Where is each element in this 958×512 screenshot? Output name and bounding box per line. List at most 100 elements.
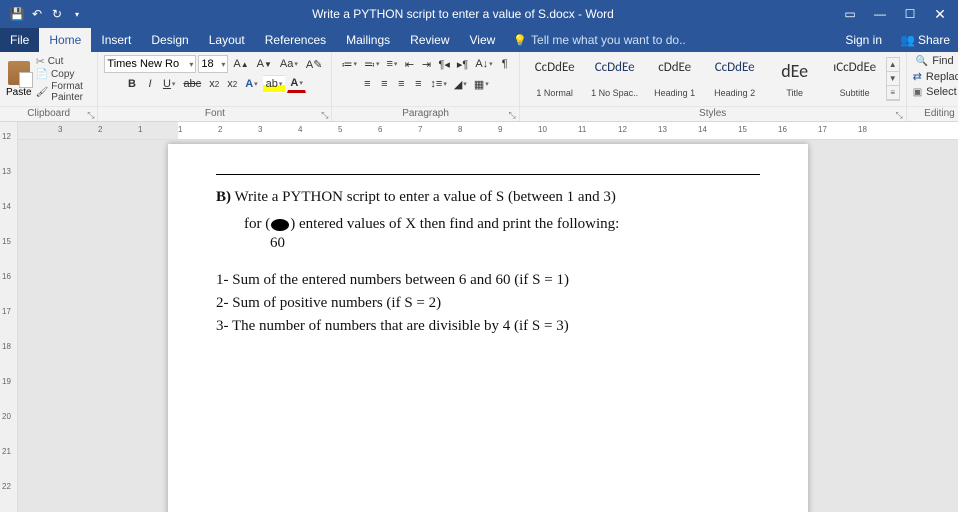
borders-button[interactable]: ▦ bbox=[471, 75, 492, 93]
cut-label: Cut bbox=[48, 56, 64, 67]
ribbon-display-icon[interactable]: ▭ bbox=[836, 4, 864, 24]
paste-icon bbox=[8, 61, 30, 85]
tab-mailings[interactable]: Mailings bbox=[336, 28, 400, 52]
rtl-button[interactable]: ▸¶ bbox=[454, 55, 471, 73]
find-button[interactable]: Find▾ bbox=[914, 54, 958, 68]
change-case-button[interactable]: Aa bbox=[277, 55, 301, 73]
grow-font-button[interactable]: A▲ bbox=[230, 55, 251, 73]
underline-button[interactable]: U bbox=[160, 75, 178, 93]
style-preview: CcDdEe bbox=[595, 60, 635, 75]
share-button[interactable]: 👥 Share bbox=[892, 33, 958, 47]
group-label-paragraph: Paragraph bbox=[402, 108, 449, 119]
styles-scroll: ▲ ▼ ≡ bbox=[886, 57, 900, 101]
font-size-combo[interactable]: 18▾ bbox=[198, 55, 228, 73]
shrink-font-button[interactable]: A▼ bbox=[254, 55, 275, 73]
close-icon[interactable]: ✕ bbox=[926, 4, 954, 24]
ltr-button[interactable]: ¶◂ bbox=[435, 55, 452, 73]
redo-icon[interactable]: ↻ bbox=[50, 7, 64, 21]
align-center-button[interactable]: ≡ bbox=[376, 75, 392, 93]
style-title[interactable]: dEe Title bbox=[766, 57, 824, 101]
style-subtitle[interactable]: ıCcDdEe Subtitle bbox=[826, 57, 884, 101]
text-effects-button[interactable]: A bbox=[242, 75, 260, 93]
tab-home[interactable]: Home bbox=[39, 28, 91, 52]
sort-button[interactable]: A↓ bbox=[472, 55, 495, 73]
tab-design[interactable]: Design bbox=[141, 28, 198, 52]
styles-more-button[interactable]: ≡ bbox=[887, 86, 899, 100]
signin-link[interactable]: Sign in bbox=[835, 33, 892, 47]
window-controls: ▭ — ☐ ✕ bbox=[836, 4, 954, 24]
list-line-2: 2- Sum of positive numbers (if S = 2) bbox=[216, 295, 760, 312]
for-line: for () entered values of X then find and… bbox=[216, 216, 760, 233]
strikethrough-button[interactable]: abc bbox=[180, 75, 204, 93]
font-color-button[interactable]: A bbox=[287, 75, 305, 93]
clear-formatting-button[interactable]: A✎ bbox=[303, 55, 326, 73]
undo-icon[interactable]: ↶ bbox=[30, 7, 44, 21]
superscript-button[interactable]: x2 bbox=[224, 75, 240, 93]
highlight-button[interactable]: ab bbox=[263, 75, 286, 93]
tell-me-label: Tell me what you want to do.. bbox=[531, 33, 686, 47]
horizontal-ruler: 321123456789101112131415161718 bbox=[18, 122, 958, 140]
document-page[interactable]: B) Write a PYTHON script to enter a valu… bbox=[168, 144, 808, 512]
style-preview: dEe bbox=[781, 60, 808, 82]
style-heading1[interactable]: cDdEe Heading 1 bbox=[646, 57, 704, 101]
format-painter-button[interactable]: Format Painter bbox=[36, 81, 92, 103]
page-area[interactable]: B) Write a PYTHON script to enter a valu… bbox=[18, 140, 958, 512]
document-rule-line bbox=[216, 174, 760, 175]
qat-customize-icon[interactable]: ▾ bbox=[70, 7, 84, 21]
tab-insert[interactable]: Insert bbox=[91, 28, 141, 52]
titlebar: 💾 ↶ ↻ ▾ Write a PYTHON script to enter a… bbox=[0, 0, 958, 28]
increase-indent-button[interactable]: ⇥ bbox=[418, 55, 434, 73]
group-label-editing: Editing bbox=[924, 108, 955, 119]
select-label: Select bbox=[926, 86, 957, 98]
styles-scroll-up[interactable]: ▲ bbox=[887, 58, 899, 72]
group-label-clipboard: Clipboard bbox=[27, 108, 70, 119]
paste-label: Paste bbox=[6, 87, 32, 98]
align-right-button[interactable]: ≡ bbox=[393, 75, 409, 93]
group-label-font: Font bbox=[205, 108, 225, 119]
subscript-button[interactable]: x2 bbox=[206, 75, 222, 93]
line-spacing-button[interactable]: ↕≡ bbox=[427, 75, 449, 93]
style-preview: CcDdEe bbox=[535, 60, 575, 75]
multilevel-button[interactable]: ≡ bbox=[384, 55, 401, 73]
tab-review[interactable]: Review bbox=[400, 28, 459, 52]
styles-scroll-down[interactable]: ▼ bbox=[887, 72, 899, 86]
paragraph-dialog-launcher[interactable]: ⤡ bbox=[508, 108, 515, 122]
style-heading2[interactable]: CcDdEe Heading 2 bbox=[706, 57, 764, 101]
tell-me-search[interactable]: Tell me what you want to do.. bbox=[505, 28, 693, 52]
bold-button[interactable]: B bbox=[124, 75, 140, 93]
brush-icon bbox=[36, 87, 49, 98]
oval-icon bbox=[271, 219, 289, 231]
cut-button[interactable]: Cut bbox=[36, 55, 92, 68]
paste-button[interactable]: Paste bbox=[6, 61, 32, 98]
tab-view[interactable]: View bbox=[460, 28, 506, 52]
minimize-icon[interactable]: — bbox=[866, 4, 894, 24]
style-name: Subtitle bbox=[840, 88, 870, 98]
replace-button[interactable]: Replace bbox=[911, 69, 958, 84]
style-normal[interactable]: CcDdEe 1 Normal bbox=[526, 57, 584, 101]
numbering-button[interactable]: ≕ bbox=[361, 55, 383, 73]
tab-layout[interactable]: Layout bbox=[199, 28, 255, 52]
show-marks-button[interactable]: ¶ bbox=[497, 55, 513, 73]
scissors-icon bbox=[36, 55, 45, 68]
tab-file[interactable]: File bbox=[0, 28, 39, 52]
font-dialog-launcher[interactable]: ⤡ bbox=[321, 108, 328, 122]
italic-button[interactable]: I bbox=[142, 75, 158, 93]
style-name: Title bbox=[786, 88, 803, 98]
maximize-icon[interactable]: ☐ bbox=[896, 4, 924, 24]
copy-button[interactable]: Copy bbox=[36, 69, 92, 80]
shading-button[interactable]: ◢ bbox=[451, 75, 470, 93]
save-icon[interactable]: 💾 bbox=[10, 7, 24, 21]
select-button[interactable]: Select▾ bbox=[911, 85, 958, 99]
clipboard-dialog-launcher[interactable]: ⤡ bbox=[87, 108, 94, 122]
justify-button[interactable]: ≡ bbox=[410, 75, 426, 93]
style-no-spacing[interactable]: CcDdEe 1 No Spac.. bbox=[586, 57, 644, 101]
copy-label: Copy bbox=[51, 69, 74, 80]
font-name-combo[interactable]: Times New Ro▾ bbox=[104, 55, 196, 73]
question-title-bold: B) bbox=[216, 189, 231, 205]
tab-references[interactable]: References bbox=[255, 28, 336, 52]
decrease-indent-button[interactable]: ⇤ bbox=[401, 55, 417, 73]
align-left-button[interactable]: ≡ bbox=[359, 75, 375, 93]
style-name: 1 Normal bbox=[536, 88, 573, 98]
styles-dialog-launcher[interactable]: ⤡ bbox=[895, 108, 902, 122]
bullets-button[interactable]: ≔ bbox=[338, 55, 360, 73]
